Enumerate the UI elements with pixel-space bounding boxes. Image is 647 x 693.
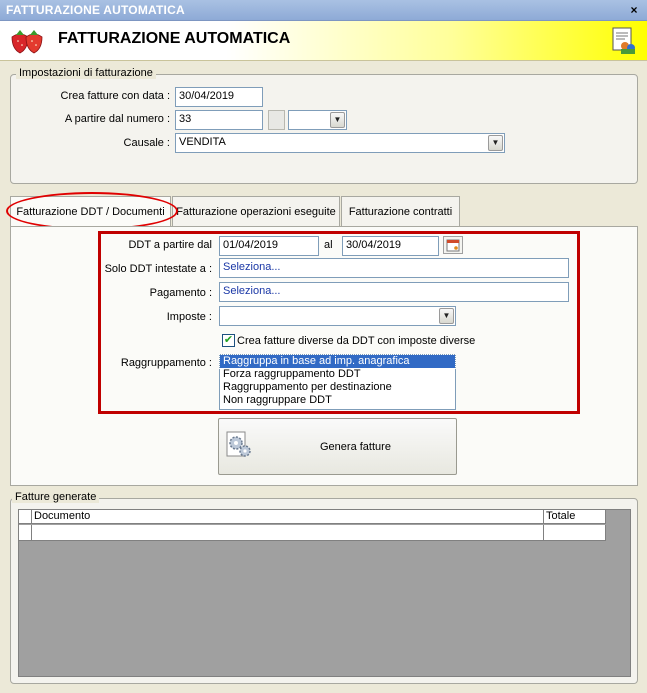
number-label: A partire dal numero : [64,113,170,125]
chevron-down-icon[interactable]: ▼ [439,308,454,324]
close-icon[interactable]: × [627,3,641,17]
intestate-field[interactable]: Seleziona... [219,258,569,278]
list-item[interactable]: Raggruppamento per destinazione [220,381,455,394]
ddt-from-label: DDT a partire dal [128,239,212,251]
row-indicator-header [19,510,32,524]
document-people-icon [611,27,637,58]
table-cell[interactable] [544,525,606,541]
series-dropdown[interactable]: ▼ [288,110,347,130]
raggruppamento-listbox[interactable]: Raggruppa in base ad imp. anagrafica For… [219,354,456,410]
row-indicator[interactable] [19,525,32,541]
ddt-from-field[interactable]: 01/04/2019 [219,236,319,256]
table-cell[interactable] [32,525,544,541]
header-banner: FATTURAZIONE AUTOMATICA [0,21,647,61]
tab-contratti[interactable]: Fatturazione contratti [341,196,460,226]
date-field[interactable]: 30/04/2019 [175,87,263,107]
window-title-bar: FATTURAZIONE AUTOMATICA × [0,0,647,21]
pagamento-field[interactable]: Seleziona... [219,282,569,302]
imposte-label: Imposte : [166,311,212,323]
highlight-oval [6,192,178,230]
genera-fatture-button[interactable]: Genera fatture [218,418,457,475]
gears-document-icon [223,429,255,464]
pagamento-label: Pagamento : [149,287,212,299]
chevron-down-icon[interactable]: ▼ [330,112,345,128]
imposte-dropdown[interactable]: ▼ [219,306,456,326]
settings-legend: Impostazioni di fatturazione [16,67,156,79]
results-grid[interactable]: Documento Totale [18,509,631,677]
page-title: FATTURAZIONE AUTOMATICA [58,30,291,47]
results-legend: Fatture generate [12,491,100,503]
tab-operazioni-eseguite[interactable]: Fatturazione operazioni eseguite [172,196,340,226]
causale-dropdown[interactable]: VENDITA ▼ [175,133,505,153]
ddt-al-label: al [324,239,333,251]
date-label: Crea fatture con data : [60,90,170,102]
tab-label: Fatturazione operazioni eseguite [176,206,336,218]
genera-fatture-label: Genera fatture [320,441,391,453]
list-item[interactable]: Non raggruppare DDT [220,394,455,407]
column-header-totale[interactable]: Totale [544,510,606,524]
causale-value: VENDITA [179,136,226,148]
intestate-label: Solo DDT intestate a : [104,263,212,275]
list-item[interactable]: Raggruppa in base ad imp. anagrafica [219,354,456,369]
series-box[interactable] [268,110,285,130]
imposte-diverse-label: Crea fatture diverse da DDT con imposte … [237,335,476,347]
list-item[interactable]: Forza raggruppamento DDT [220,368,455,381]
imposte-diverse-checkbox[interactable]: ✔ [222,334,235,347]
causale-label: Causale : [123,137,170,149]
calendar-icon[interactable] [443,236,463,254]
tab-label: Fatturazione contratti [348,206,453,218]
strawberries-icon [8,27,48,58]
column-header-documento[interactable]: Documento [32,510,544,524]
window-title: FATTURAZIONE AUTOMATICA [6,3,185,17]
chevron-down-icon[interactable]: ▼ [488,135,503,151]
raggruppamento-label: Raggruppamento : [120,357,212,369]
ddt-to-field[interactable]: 30/04/2019 [342,236,439,256]
number-field[interactable]: 33 [175,110,263,130]
